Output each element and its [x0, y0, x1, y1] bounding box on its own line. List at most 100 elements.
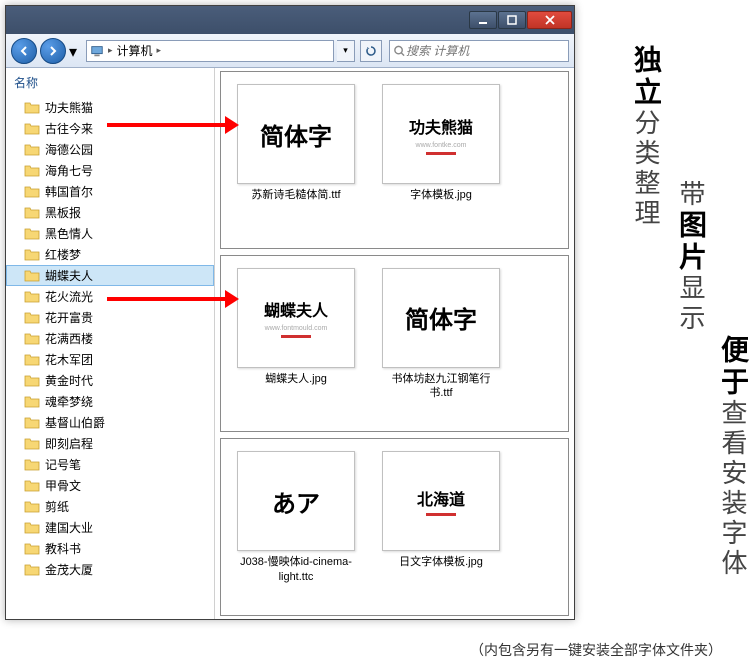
folder-label: 即刻启程: [45, 435, 93, 452]
folder-item[interactable]: 韩国首尔: [6, 181, 214, 202]
folder-item[interactable]: 古往今来: [6, 118, 214, 139]
path-separator-icon: ▸: [157, 45, 162, 56]
refresh-button[interactable]: [360, 40, 382, 62]
folder-icon: [24, 227, 40, 241]
preview-panel-3: あア J038-慢映体id-cinema-light.ttc 北海道日文字体模板.j…: [220, 438, 569, 616]
folder-icon: [24, 269, 40, 283]
folder-icon: [24, 500, 40, 514]
thumbnail-image: 蝴蝶夫人www.fontmould.com: [237, 268, 355, 368]
folder-label: 花开富贵: [45, 309, 93, 326]
folder-item[interactable]: 海角七号: [6, 160, 214, 181]
file-thumbnail[interactable]: 简体字苏新诗毛糙体简.ttf: [231, 84, 361, 202]
folder-label: 建国大业: [45, 519, 93, 536]
folder-item[interactable]: 甲骨文: [6, 475, 214, 496]
folder-item[interactable]: 红楼梦: [6, 244, 214, 265]
folder-label: 红楼梦: [45, 246, 81, 263]
file-name: 蝴蝶夫人.jpg: [265, 372, 327, 386]
folder-item[interactable]: 基督山伯爵: [6, 412, 214, 433]
annotation-arrow: [107, 297, 227, 301]
search-box[interactable]: [389, 40, 569, 62]
folder-item[interactable]: 黑板报: [6, 202, 214, 223]
thumbnail-image: 功夫熊猫www.fontke.com: [382, 84, 500, 184]
folder-icon: [24, 374, 40, 388]
folder-label: 海德公园: [45, 141, 93, 158]
folder-item[interactable]: 花满西楼: [6, 328, 214, 349]
minimize-button[interactable]: [469, 11, 497, 29]
folder-item[interactable]: 即刻启程: [6, 433, 214, 454]
folder-label: 记号笔: [45, 456, 81, 473]
folder-label: 韩国首尔: [45, 183, 93, 200]
content-area: 名称 功夫熊猫古往今来海德公园海角七号韩国首尔黑板报黑色情人红楼梦蝴蝶夫人花火流…: [6, 68, 574, 619]
folder-label: 基督山伯爵: [45, 414, 105, 431]
folder-label: 海角七号: [45, 162, 93, 179]
titlebar: [6, 6, 574, 34]
folder-label: 花木军团: [45, 351, 93, 368]
file-name: 苏新诗毛糙体简.ttf: [251, 188, 340, 202]
folder-item[interactable]: 剪纸: [6, 496, 214, 517]
file-thumbnail[interactable]: 北海道日文字体模板.jpg: [376, 451, 506, 569]
preview-panel-2: 蝴蝶夫人www.fontmould.com 蝴蝶夫人.jpg 简体字书体坊赵九江钢笔…: [220, 255, 569, 433]
folder-item[interactable]: 建国大业: [6, 517, 214, 538]
search-input[interactable]: [406, 44, 565, 58]
folder-label: 花满西楼: [45, 330, 93, 347]
file-thumbnail[interactable]: 蝴蝶夫人www.fontmould.com 蝴蝶夫人.jpg: [231, 268, 361, 386]
folder-item[interactable]: 海德公园: [6, 139, 214, 160]
address-dropdown[interactable]: ▾: [337, 40, 355, 62]
file-name: 字体模板.jpg: [410, 188, 472, 202]
folder-label: 蝴蝶夫人: [45, 267, 93, 284]
back-button[interactable]: [11, 38, 37, 64]
folder-icon: [24, 248, 40, 262]
folder-label: 魂牵梦绕: [45, 393, 93, 410]
annotation-arrow: [107, 123, 227, 127]
file-thumbnail[interactable]: 简体字书体坊赵九江钢笔行书.ttf: [376, 268, 506, 401]
close-button[interactable]: [527, 11, 572, 29]
folder-icon: [24, 290, 40, 304]
folder-item[interactable]: 记号笔: [6, 454, 214, 475]
folder-label: 甲骨文: [45, 477, 81, 494]
folder-icon: [24, 437, 40, 451]
search-icon: [393, 44, 406, 58]
thumbnail-image: 简体字: [382, 268, 500, 368]
folder-label: 花火流光: [45, 288, 93, 305]
folder-icon: [24, 479, 40, 493]
address-bar[interactable]: ▸ 计算机 ▸: [86, 40, 334, 62]
folder-icon: [24, 206, 40, 220]
folder-item[interactable]: 花木军团: [6, 349, 214, 370]
folder-label: 黑色情人: [45, 225, 93, 242]
folder-icon: [24, 542, 40, 556]
folder-icon: [24, 563, 40, 577]
folder-icon: [24, 416, 40, 430]
path-segment[interactable]: 计算机: [117, 42, 153, 59]
annotation-text-1: 独立分类整理: [625, 45, 665, 229]
folder-icon: [24, 332, 40, 346]
file-thumbnail[interactable]: 功夫熊猫www.fontke.com 字体模板.jpg: [376, 84, 506, 202]
file-name: J038-慢映体id-cinema-light.ttc: [236, 555, 356, 584]
folder-item[interactable]: 教科书: [6, 538, 214, 559]
folder-item[interactable]: 蝴蝶夫人: [6, 265, 214, 286]
folder-item[interactable]: 魂牵梦绕: [6, 391, 214, 412]
folder-label: 教科书: [45, 540, 81, 557]
annotation-text-2: 带图片显示: [670, 180, 710, 334]
preview-panel-1: 简体字苏新诗毛糙体简.ttf功夫熊猫www.fontke.com字体模板.jpg: [220, 71, 569, 249]
folder-item[interactable]: 花开富贵: [6, 307, 214, 328]
thumbnail-image: あア: [237, 451, 355, 551]
folder-icon: [24, 185, 40, 199]
maximize-button[interactable]: [498, 11, 526, 29]
file-thumbnail[interactable]: あア J038-慢映体id-cinema-light.ttc: [231, 451, 361, 584]
forward-button[interactable]: [40, 38, 66, 64]
folder-icon: [24, 101, 40, 115]
folder-tree[interactable]: 名称 功夫熊猫古往今来海德公园海角七号韩国首尔黑板报黑色情人红楼梦蝴蝶夫人花火流…: [6, 68, 215, 619]
path-separator-icon: ▸: [108, 45, 113, 56]
folder-item[interactable]: 功夫熊猫: [6, 97, 214, 118]
column-header-name[interactable]: 名称: [6, 71, 214, 97]
folder-item[interactable]: 黄金时代: [6, 370, 214, 391]
folder-icon: [24, 311, 40, 325]
thumbnail-image: 简体字: [237, 84, 355, 184]
file-name: 书体坊赵九江钢笔行书.ttf: [381, 372, 501, 401]
nav-toolbar: ▾ ▸ 计算机 ▸ ▾: [6, 34, 574, 68]
history-dropdown[interactable]: ▾: [69, 42, 83, 60]
folder-icon: [24, 164, 40, 178]
explorer-window: ▾ ▸ 计算机 ▸ ▾ 名称 功夫熊猫古往今来海德公园海角七号韩国首尔黑板报黑色…: [5, 5, 575, 620]
folder-item[interactable]: 黑色情人: [6, 223, 214, 244]
folder-item[interactable]: 金茂大厦: [6, 559, 214, 580]
